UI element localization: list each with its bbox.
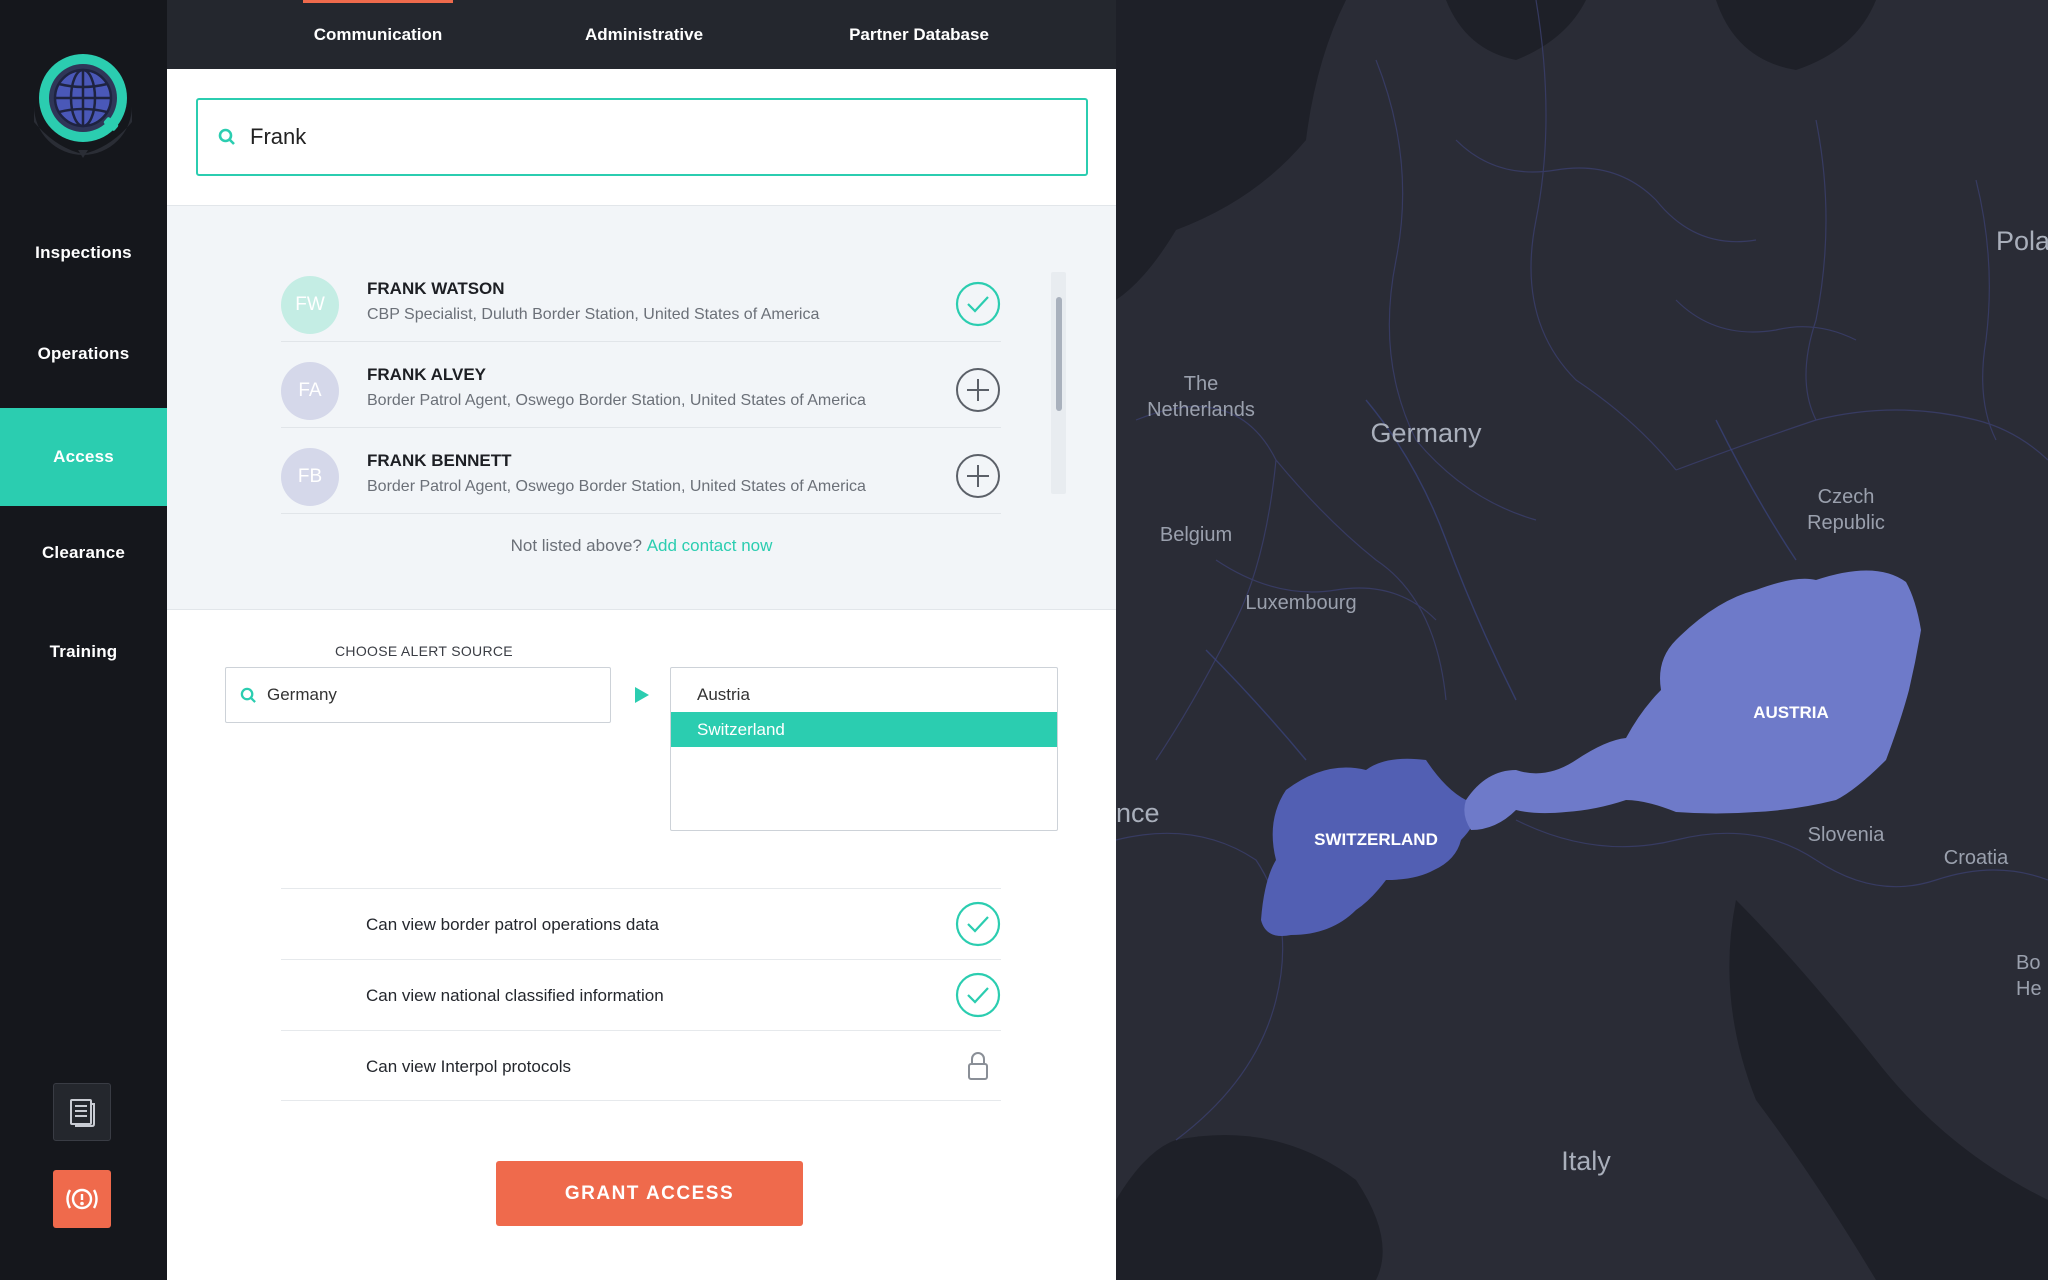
alarm-icon [66,1188,98,1210]
destination-list[interactable]: Austria Switzerland [670,667,1058,831]
result-description: CBP Specialist, Duluth Border Station, U… [367,306,820,323]
map-label-poland: Pola [1996,226,2048,256]
emergency-alert-button[interactable] [53,1170,111,1228]
contact-search-input[interactable]: Frank [196,98,1088,176]
check-icon[interactable] [955,901,1001,947]
avatar: FB [281,448,339,506]
avatar: FA [281,362,339,420]
result-row-frank-bennett[interactable]: FB FRANK BENNETT Border Patrol Agent, Os… [281,428,1001,514]
add-contact-icon[interactable] [955,367,1001,413]
destination-item-austria[interactable]: Austria [671,677,1057,712]
search-value: Frank [250,124,307,149]
check-icon[interactable] [955,281,1001,327]
map-view[interactable]: The Netherlands Germany Pola Belgium Cze… [1116,0,2048,1280]
grant-access-button[interactable]: GRANT ACCESS [496,1161,803,1226]
sidebar-item-operations[interactable]: Operations [0,305,167,403]
lock-icon [968,1052,988,1080]
destination-item-switzerland[interactable]: Switzerland [671,712,1057,747]
documents-icon [70,1099,95,1127]
map-label-italy: Italy [1561,1146,1611,1176]
tab-partner-database[interactable]: Partner Database [821,0,1017,69]
alert-source-input[interactable]: Germany [225,667,611,723]
alert-source-label: CHOOSE ALERT SOURCE [335,643,513,659]
europe-map [1116,0,2048,1280]
tab-communication[interactable]: Communication [291,0,465,69]
result-row-frank-watson[interactable]: FW FRANK WATSON CBP Specialist, Duluth B… [281,256,1001,342]
result-description: Border Patrol Agent, Oswego Border Stati… [367,478,866,495]
result-name: FRANK ALVEY [367,365,486,384]
not-listed-prompt: Not listed above? Add contact now [167,536,1116,556]
add-contact-link[interactable]: Add contact now [647,536,773,555]
top-tab-bar: Communication Administrative Partner Dat… [167,0,1116,69]
result-row-frank-alvey[interactable]: FA FRANK ALVEY Border Patrol Agent, Oswe… [281,342,1001,428]
result-name: FRANK WATSON [367,279,505,298]
permission-label: Can view Interpol protocols [366,1057,572,1076]
sidebar-item-access[interactable]: Access [0,408,167,506]
globe-logo-icon [30,50,136,162]
sidebar-item-inspections[interactable]: Inspections [0,204,167,302]
sidebar-item-training[interactable]: Training [0,603,167,701]
scrollbar-thumb[interactable] [1056,297,1062,411]
documents-button[interactable] [53,1083,111,1141]
search-icon [240,687,256,703]
play-arrow-icon [635,687,649,703]
access-panel: Communication Administrative Partner Dat… [167,0,1116,1280]
result-description: Border Patrol Agent, Oswego Border Stati… [367,392,866,409]
map-label-bosnia: Bo He [2016,952,2042,1000]
map-label-netherlands: The Netherlands [1147,373,1255,421]
map-label-germany: Germany [1370,418,1482,448]
search-results: FW FRANK WATSON CBP Specialist, Duluth B… [167,205,1116,610]
check-icon[interactable] [955,972,1001,1018]
avatar: FW [281,276,339,334]
map-label-luxembourg: Luxembourg [1245,592,1357,614]
permission-row: Can view national classified information [281,959,1001,1030]
add-contact-icon[interactable] [955,453,1001,499]
results-scrollbar[interactable] [1051,272,1066,494]
tab-administrative[interactable]: Administrative [559,0,729,69]
sidebar: Inspections Operations Access Clearance … [0,0,167,1280]
alert-source-value: Germany [267,685,337,704]
map-label-croatia: Croatia [1943,847,2009,869]
search-icon [218,128,235,145]
map-label-slovenia: Slovenia [1807,824,1885,846]
not-listed-text: Not listed above? [510,536,642,555]
permission-row: Can view Interpol protocols [281,1030,1001,1101]
map-label-austria: AUSTRIA [1753,703,1829,722]
map-label-france: nce [1116,798,1160,828]
map-label-czech-republic: Czech Republic [1807,486,1885,534]
permissions-list: Can view border patrol operations data C… [281,888,1001,1101]
map-label-belgium: Belgium [1159,524,1233,546]
permission-label: Can view border patrol operations data [366,915,659,934]
permission-row: Can view border patrol operations data [281,888,1001,959]
sidebar-item-clearance[interactable]: Clearance [0,504,167,602]
map-label-switzerland: SWITZERLAND [1314,830,1438,849]
permission-label: Can view national classified information [366,986,664,1005]
result-name: FRANK BENNETT [367,451,512,470]
